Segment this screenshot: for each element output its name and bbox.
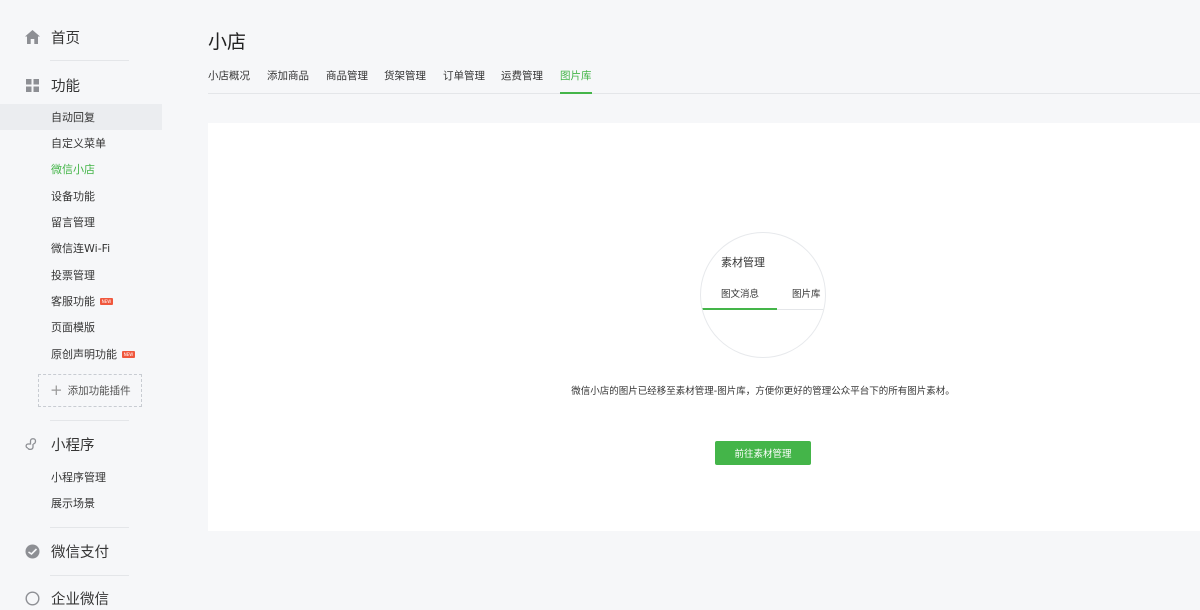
- sidebar-item-voting[interactable]: 投票管理: [0, 262, 162, 288]
- add-plugin-button[interactable]: + 添加功能插件: [38, 374, 142, 407]
- sidebar-wecom[interactable]: 企业微信: [24, 586, 109, 610]
- tab-shelf-manage[interactable]: 货架管理: [384, 68, 426, 94]
- illustration-tab-news: 图文消息: [721, 289, 760, 300]
- sidebar-item-label: 展示场景: [51, 497, 95, 510]
- content-panel: 素材管理 图文消息 图片库 微信小店的图片已经移至素材管理-图片库，方便你更好的…: [208, 123, 1200, 531]
- grid-icon: [24, 77, 40, 93]
- illustration-tab-images: 图片库: [792, 289, 821, 300]
- sidebar-divider: [50, 527, 129, 528]
- sidebar: 首页 功能 自动回复 自定义菜单 微信小店 设备功能 留言管理 微信连Wi-Fi…: [0, 0, 162, 608]
- material-illustration: 素材管理 图文消息 图片库: [700, 232, 826, 358]
- migration-notice: 微信小店的图片已经移至素材管理-图片库，方便你更好的管理公众平台下的所有图片素材…: [571, 386, 955, 397]
- home-icon: [24, 29, 40, 45]
- sidebar-divider: [50, 420, 129, 421]
- sidebar-item-wifi[interactable]: 微信连Wi-Fi: [0, 235, 162, 261]
- plus-icon: +: [50, 381, 63, 399]
- sidebar-item-comments[interactable]: 留言管理: [0, 209, 162, 235]
- sidebar-item-label: 微信连Wi-Fi: [51, 242, 111, 255]
- sidebar-home-label: 首页: [51, 30, 80, 47]
- tab-image-library[interactable]: 图片库: [560, 68, 592, 94]
- sidebar-item-label: 自动回复: [51, 111, 95, 124]
- new-badge: NEW: [100, 297, 113, 305]
- tab-store-overview[interactable]: 小店概况: [208, 68, 250, 94]
- sidebar-item-customer-service[interactable]: 客服功能 NEW: [0, 288, 162, 314]
- tab-shipping-manage[interactable]: 运费管理: [501, 68, 543, 94]
- sidebar-item-label: 小程序管理: [51, 471, 106, 484]
- wechat-pay-icon: [24, 543, 40, 559]
- sidebar-home[interactable]: 首页: [24, 25, 80, 49]
- miniprogram-icon: [24, 436, 40, 452]
- go-to-material-button[interactable]: 前往素材管理: [715, 441, 811, 465]
- illustration-active-underline: [701, 308, 777, 310]
- sidebar-item-miniprogram-manage[interactable]: 小程序管理: [0, 464, 162, 490]
- sidebar-item-label: 客服功能: [51, 295, 95, 308]
- sidebar-item-page-template[interactable]: 页面模版: [0, 314, 162, 340]
- sidebar-item-auto-reply[interactable]: 自动回复: [0, 104, 162, 130]
- sidebar-features-label: 功能: [51, 78, 80, 95]
- new-badge: NEW: [122, 350, 135, 358]
- sidebar-wechat-pay-label: 微信支付: [51, 544, 109, 561]
- tab-product-manage[interactable]: 商品管理: [326, 68, 368, 94]
- illustration-divider: [777, 309, 825, 310]
- tab-add-product[interactable]: 添加商品: [267, 68, 309, 94]
- sidebar-item-device[interactable]: 设备功能: [0, 183, 162, 209]
- sidebar-item-wechat-store[interactable]: 微信小店: [0, 156, 162, 182]
- tab-bar: 小店概况 添加商品 商品管理 货架管理 订单管理 运费管理 图片库: [208, 68, 1200, 94]
- sidebar-item-custom-menu[interactable]: 自定义菜单: [0, 130, 162, 156]
- sidebar-miniprogram: 小程序: [24, 432, 95, 456]
- sidebar-item-label: 原创声明功能: [51, 348, 117, 361]
- sidebar-item-label: 留言管理: [51, 216, 95, 229]
- sidebar-item-label: 微信小店: [51, 163, 95, 176]
- wecom-icon: [24, 590, 40, 606]
- sidebar-divider: [50, 575, 129, 576]
- sidebar-divider: [50, 60, 129, 61]
- tab-order-manage[interactable]: 订单管理: [443, 68, 485, 94]
- sidebar-miniprogram-label: 小程序: [51, 437, 95, 454]
- sidebar-item-label: 页面模版: [51, 321, 95, 334]
- main-content: 小店 小店概况 添加商品 商品管理 货架管理 订单管理 运费管理 图片库 素材管…: [208, 0, 1200, 599]
- sidebar-item-display-scenes[interactable]: 展示场景: [0, 490, 162, 516]
- sidebar-item-label: 自定义菜单: [51, 137, 106, 150]
- illustration-title: 素材管理: [721, 256, 765, 269]
- sidebar-item-original-claim[interactable]: 原创声明功能 NEW: [0, 341, 162, 367]
- sidebar-wecom-label: 企业微信: [51, 591, 109, 608]
- page-title: 小店: [208, 31, 247, 53]
- sidebar-item-label: 投票管理: [51, 269, 95, 282]
- sidebar-wechat-pay[interactable]: 微信支付: [24, 539, 109, 563]
- add-plugin-label: 添加功能插件: [67, 385, 131, 397]
- sidebar-features: 功能: [24, 73, 80, 97]
- sidebar-item-label: 设备功能: [51, 190, 95, 203]
